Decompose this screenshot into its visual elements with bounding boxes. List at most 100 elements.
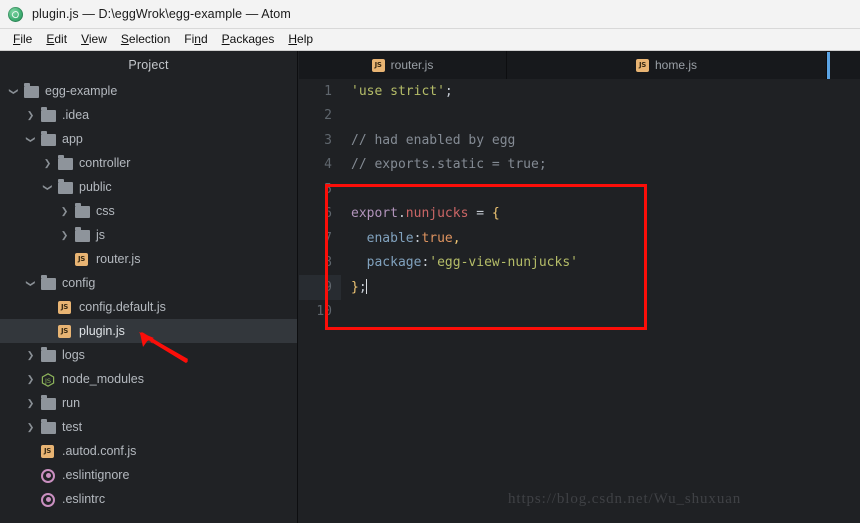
chevron-down-icon[interactable]: ❯ [26,134,36,145]
chevron-right-icon[interactable]: ❯ [42,158,53,168]
folder-icon [41,397,56,410]
chevron-right-icon[interactable]: ❯ [59,206,70,216]
tree-item-public[interactable]: ❯ public [0,175,297,199]
node-icon: JS [41,372,56,387]
tree-item-eslintignore[interactable]: ❯.eslintignore [0,463,297,487]
menu-item-selection[interactable]: Selection [114,29,177,50]
tree-item-config-default-js[interactable]: ❯JSconfig.default.js [0,295,297,319]
folder-icon [58,157,73,170]
menu-item-edit[interactable]: Edit [39,29,74,50]
code-line: 4 // exports.static = true; [299,153,860,178]
chevron-right-icon[interactable]: ❯ [59,230,70,240]
code-line: 7 enable:true, [299,226,860,251]
tree-item-controller[interactable]: ❯ controller [0,151,297,175]
chevron-down-icon[interactable]: ❯ [26,278,36,289]
code-line: 6 export.nunjucks = { [299,202,860,227]
tree-item-label: router.js [96,252,141,266]
tree-item-eslintrc[interactable]: ❯.eslintrc [0,487,297,511]
code-line: 8 package:'egg-view-nunjucks' [299,251,860,276]
tree-item-idea[interactable]: ❯ .idea [0,103,297,127]
menu-item-find[interactable]: Find [177,29,214,50]
tree-item-label: js [96,228,106,242]
folder-icon [24,85,39,98]
tree-item-test[interactable]: ❯ test [0,415,297,439]
menu-item-file[interactable]: File [6,29,39,50]
code-token: 'use strict' [351,83,445,99]
js-file-icon: JS [58,300,73,314]
tab-router-js[interactable]: JS router.js [299,51,507,79]
tree-item-logs[interactable]: ❯ logs [0,343,297,367]
atom-logo-icon [8,6,23,22]
code-token: nunjucks [405,206,469,222]
chevron-down-icon[interactable]: ❯ [9,86,19,97]
text-cursor [365,279,367,295]
js-file-icon: JS [75,252,90,266]
menu-bar: File Edit View Selection Find Packages Help [0,29,860,51]
line-number: 2 [324,108,332,124]
file-tree: ❯ egg-example ❯ .idea ❯ app ❯ controller ❯ public… [0,79,297,511]
svg-text:JS: JS [44,376,51,384]
tree-item-label: config.default.js [79,300,166,314]
tree-item-router-js[interactable]: ❯JSrouter.js [0,247,297,271]
tree-item-label: public [79,180,112,194]
tree-item-app[interactable]: ❯ app [0,127,297,151]
tab-label: router.js [390,58,434,72]
code-line-text: // had enabled by egg [341,133,515,148]
tree-item-node-modules[interactable]: ❯ JS node_modules [0,367,297,391]
chevron-right-icon[interactable]: ❯ [25,422,36,432]
folder-icon [58,181,73,194]
tree-item-label: test [62,420,83,434]
tab-label: home.js [654,58,698,72]
line-number: 3 [324,132,332,148]
chevron-down-icon[interactable]: ❯ [43,182,53,193]
folder-icon [75,205,90,218]
code-line-text: // exports.static = true; [341,157,547,172]
code-token: } [351,280,359,296]
menu-item-packages[interactable]: Packages [215,29,282,50]
folder-icon [41,109,56,122]
tree-item-config[interactable]: ❯ config [0,271,297,295]
code-line-text: package:'egg-view-nunjucks' [341,255,578,270]
js-file-icon: JS [635,58,649,72]
title-bar: plugin.js — D:\eggWrok\egg-example — Ato… [0,0,860,29]
tab-scroll-marker [827,52,830,79]
code-token: , [452,230,461,246]
code-token: 'egg-view-nunjucks' [429,255,578,271]
tree-item-plugin-js[interactable]: ❯JSplugin.js [0,319,297,343]
line-number: 10 [316,304,332,320]
folder-icon [41,349,56,362]
js-file-icon: JS [58,324,73,338]
code-token: = [468,206,492,222]
code-editor[interactable]: 1 'use strict'; 2 3 // had enabled by egg 4 //… [299,79,860,523]
line-number: 5 [324,181,332,197]
tree-item-autod-conf-js[interactable]: ❯JS.autod.conf.js [0,439,297,463]
tree-item-js[interactable]: ❯ js [0,223,297,247]
code-token: ; [444,83,453,99]
code-token: { [491,206,500,222]
chevron-right-icon[interactable]: ❯ [25,110,36,120]
line-number: 4 [324,157,332,173]
tree-item-css[interactable]: ❯ css [0,199,297,223]
js-file-icon: JS [41,444,56,458]
code-token: true [421,230,453,246]
tree-item-label: controller [79,156,131,170]
tree-item-label: config [62,276,96,290]
line-number: 7 [324,230,332,246]
chevron-right-icon[interactable]: ❯ [25,398,36,408]
code-line: 3 // had enabled by egg [299,128,860,153]
tree-item-label: .autod.conf.js [62,444,137,458]
chevron-right-icon[interactable]: ❯ [25,350,36,360]
tree-item-egg-example[interactable]: ❯ egg-example [0,79,297,103]
tree-item-label: .eslintignore [62,468,130,482]
code-token: enable [366,230,414,246]
tab-home-js[interactable]: JS home.js [507,51,827,79]
chevron-right-icon[interactable]: ❯ [25,374,36,384]
line-number: 1 [324,83,332,99]
tree-item-label: .eslintrc [62,492,106,506]
code-line-text: 'use strict'; [341,84,453,99]
tree-item-run[interactable]: ❯ run [0,391,297,415]
menu-item-help[interactable]: Help [281,29,320,50]
eslint-icon [41,468,56,483]
menu-item-view[interactable]: View [74,29,114,50]
